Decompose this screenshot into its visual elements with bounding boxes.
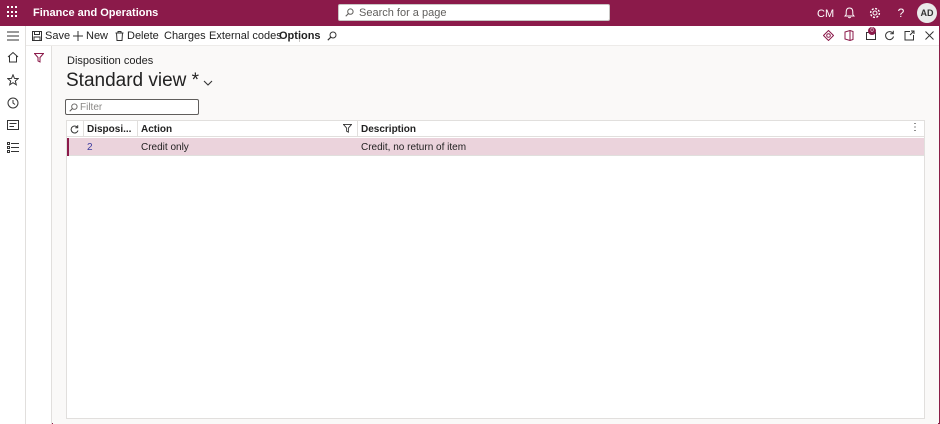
save-button[interactable]: Save (32, 29, 70, 43)
modules-list-icon[interactable] (6, 140, 20, 154)
search-icon (69, 103, 78, 112)
column-label: Disposi... (87, 123, 132, 135)
notification-badge: 0 (868, 27, 876, 35)
power-apps-icon[interactable] (822, 29, 835, 42)
search-input[interactable] (359, 6, 599, 19)
column-label: Action (141, 123, 173, 135)
page-search[interactable] (338, 4, 610, 21)
grid-header: Disposi... Action Description ⋮ (67, 121, 924, 137)
description-cell[interactable]: Credit, no return of item (358, 138, 918, 156)
search-icon[interactable] (325, 29, 338, 42)
disposition-code-cell[interactable]: 2 (84, 138, 138, 156)
external-codes-label: External codes (209, 30, 282, 42)
main-content: Disposition codes Standard view * Dispos… (53, 46, 938, 424)
company-picker[interactable]: CM (817, 8, 834, 20)
app-launcher-icon[interactable] (7, 6, 19, 18)
disposition-codes-grid: Disposi... Action Description ⋮ 2 Credit… (66, 120, 925, 419)
refresh-icon[interactable] (883, 29, 896, 42)
office-icon[interactable] (842, 29, 855, 42)
column-header-description[interactable]: Description ⋮ (358, 121, 924, 137)
open-new-window-icon[interactable] (903, 29, 916, 42)
home-icon[interactable] (6, 50, 20, 64)
filter-input[interactable] (80, 101, 196, 113)
delete-label: Delete (127, 30, 159, 42)
workspaces-icon[interactable] (6, 118, 20, 132)
options-label: Options (279, 30, 321, 42)
column-header-action[interactable]: Action (138, 121, 358, 137)
view-selector[interactable]: Standard view * (66, 70, 213, 92)
save-icon (32, 31, 42, 41)
messages-icon[interactable]: 0 (864, 27, 877, 42)
recent-clock-icon[interactable] (6, 96, 20, 110)
new-label: New (86, 30, 109, 42)
search-icon (345, 8, 354, 17)
column-label: Description (361, 123, 417, 135)
quick-filter[interactable] (65, 99, 199, 115)
action-pane: Save New Delete Charges External codes O… (26, 26, 939, 46)
page-caption: Disposition codes (67, 55, 154, 67)
top-bar: Finance and Operations CM ? AD (0, 0, 940, 26)
refresh-grid-icon[interactable] (67, 121, 84, 137)
filter-pane (26, 46, 52, 424)
delete-button[interactable]: Delete (114, 29, 159, 43)
filter-icon[interactable] (34, 53, 44, 63)
navigation-rail (0, 26, 26, 424)
avatar[interactable]: AD (917, 3, 937, 23)
action-cell[interactable]: Credit only (138, 138, 358, 156)
selected-row-marker (67, 138, 69, 156)
save-label: Save (45, 30, 71, 42)
column-header-disposition[interactable]: Disposi... (84, 121, 138, 137)
gear-icon[interactable] (868, 6, 882, 20)
column-options-icon[interactable]: ⋮ (910, 122, 920, 133)
plus-icon (73, 31, 83, 41)
view-name: Standard view * (66, 70, 200, 91)
chevron-down-icon (203, 80, 213, 86)
close-icon[interactable] (923, 29, 936, 42)
table-row[interactable]: 2 Credit only Credit, no return of item (67, 138, 924, 156)
app-title[interactable]: Finance and Operations (33, 7, 158, 19)
bell-icon[interactable] (842, 6, 856, 20)
new-button[interactable]: New (73, 29, 108, 43)
star-icon[interactable] (6, 73, 20, 87)
help-icon[interactable]: ? (894, 6, 908, 20)
options-button[interactable]: Options (279, 29, 321, 43)
hamburger-menu-icon[interactable] (6, 29, 20, 43)
external-codes-button[interactable]: External codes (209, 29, 282, 43)
column-filter-icon[interactable] (343, 124, 352, 133)
charges-button[interactable]: Charges (164, 29, 206, 43)
trash-icon (114, 31, 124, 41)
charges-label: Charges (164, 30, 206, 42)
